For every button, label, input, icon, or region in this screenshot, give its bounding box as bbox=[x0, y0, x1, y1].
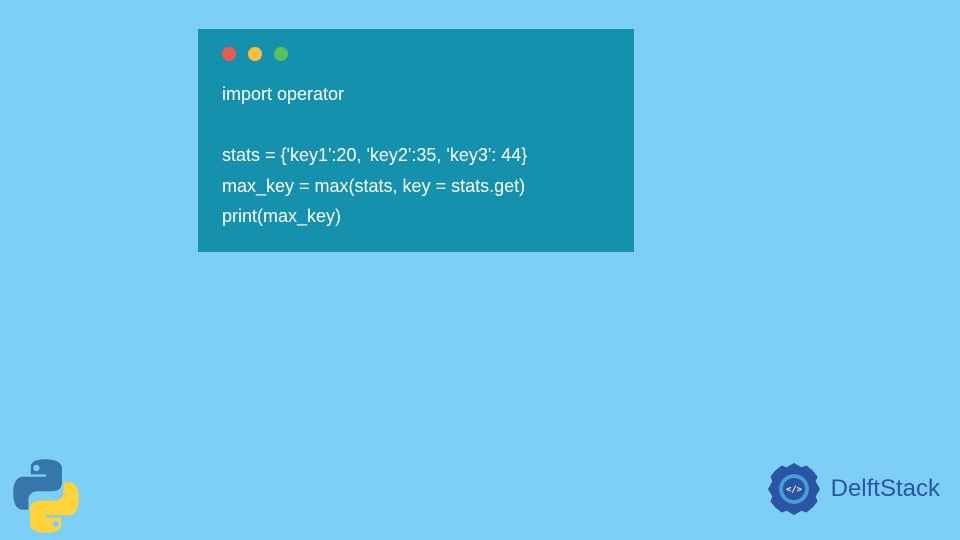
python-logo-icon bbox=[6, 456, 86, 536]
minimize-icon bbox=[248, 47, 262, 61]
brand-logo: </> DelftStack bbox=[763, 458, 940, 520]
svg-text:</>: </> bbox=[786, 485, 802, 495]
maximize-icon bbox=[274, 47, 288, 61]
window-controls bbox=[222, 47, 610, 61]
code-window: import operator stats = {'key1':20, 'key… bbox=[198, 29, 634, 252]
delftstack-icon: </> bbox=[763, 458, 825, 520]
brand-name: DelftStack bbox=[831, 475, 940, 503]
code-block: import operator stats = {'key1':20, 'key… bbox=[222, 79, 610, 232]
close-icon bbox=[222, 47, 236, 61]
